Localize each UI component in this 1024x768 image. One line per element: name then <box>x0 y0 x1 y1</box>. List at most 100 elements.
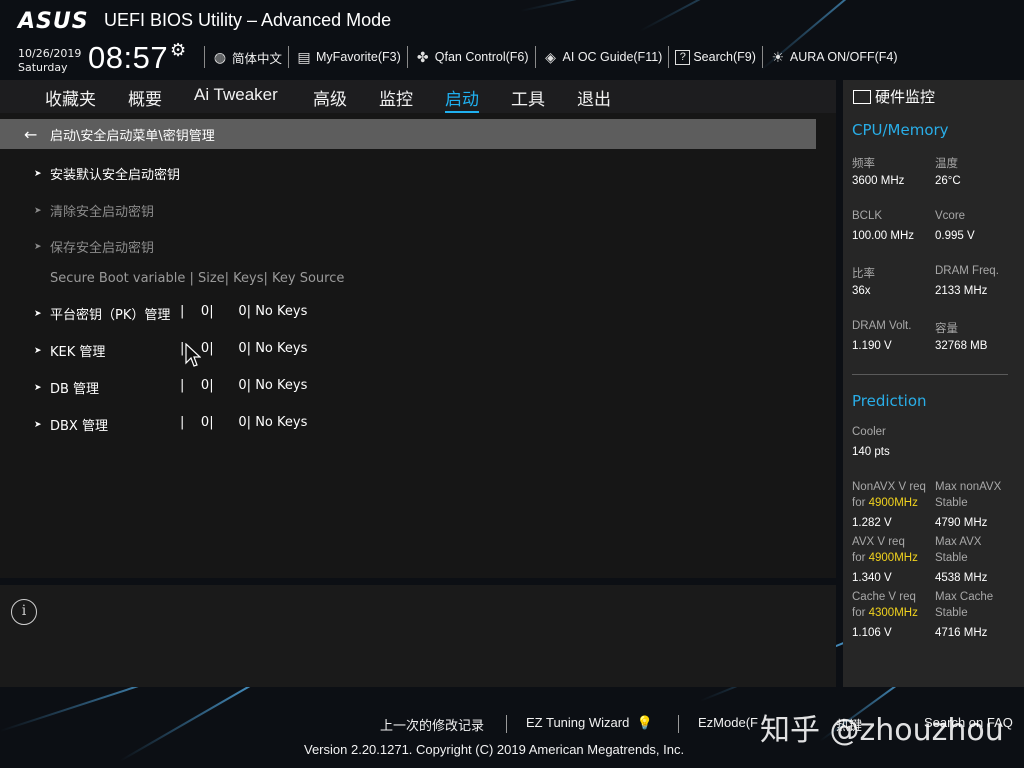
kek-management-item[interactable]: ➤ KEK 管理 <box>34 341 105 360</box>
tab-exit[interactable]: 退出 <box>577 85 611 110</box>
ai-oc-guide-button[interactable]: ◈ AI OC Guide(F11) <box>542 48 662 66</box>
last-modified-button[interactable]: 上一次的修改记录 <box>380 715 484 734</box>
qfan-control-button[interactable]: ✤ Qfan Control(F6) <box>414 48 529 66</box>
save-keys-item[interactable]: ➤ 保存安全启动密钥 <box>34 237 154 256</box>
key-size: 0 <box>200 304 210 319</box>
submenu-arrow-icon: ➤ <box>34 419 42 430</box>
pred-stable-label: Stable <box>935 497 968 509</box>
submenu-arrow-icon: ➤ <box>34 168 42 179</box>
pred-value: 1.340 V <box>852 572 892 584</box>
submenu-arrow-icon: ➤ <box>34 205 42 216</box>
pred-label: Cache V req <box>852 591 916 603</box>
pk-management-item[interactable]: ➤ 平台密钥（PK）管理 <box>34 304 170 323</box>
submenu-arrow-icon: ➤ <box>34 382 42 393</box>
install-default-keys-item[interactable]: ➤ 安装默认安全启动密钥 <box>34 164 180 183</box>
header: ASUS UEFI BIOS Utility – Advanced Mode 1… <box>0 0 1024 80</box>
tab-overview[interactable]: 概要 <box>128 85 162 110</box>
search-button[interactable]: ? Search(F9) <box>675 49 756 65</box>
submenu-arrow-icon: ➤ <box>34 345 42 356</box>
hw-label: 温度 <box>935 158 958 170</box>
col-separator: | <box>246 304 256 319</box>
hw-monitor-title-text: 硬件监控 <box>875 88 936 106</box>
col-separator: | <box>209 304 239 319</box>
mouse-cursor-icon <box>185 343 201 367</box>
tab-ai-tweaker[interactable]: Ai Tweaker <box>194 85 278 105</box>
breadcrumb[interactable]: ← 启动\安全启动菜单\密钥管理 <box>0 119 816 149</box>
pred-freq: 4900MHz <box>868 497 918 509</box>
pred-freq: 4900MHz <box>868 552 918 564</box>
pred-max-value: 4538 MHz <box>935 572 988 584</box>
ezmode-button[interactable]: EzMode(F <box>698 715 758 730</box>
key-size: 0 <box>200 378 210 393</box>
ez-tuning-wizard-button[interactable]: EZ Tuning Wizard 💡 <box>526 715 653 731</box>
qfan-label: Qfan Control(F6) <box>434 50 529 64</box>
save-keys-label: 保存安全启动密钥 <box>50 241 155 256</box>
date-display: 10/26/2019 Saturday <box>18 47 81 75</box>
myfavorite-button[interactable]: ▤ MyFavorite(F3) <box>295 48 400 66</box>
pred-max-label: Max Cache <box>935 591 994 603</box>
aura-toggle-button[interactable]: ☀ AURA ON/OFF(F4) <box>769 48 898 66</box>
col-separator: | <box>209 378 239 393</box>
toolbar-divider <box>406 46 408 68</box>
db-management-item[interactable]: ➤ DB 管理 <box>34 378 99 397</box>
key-count: 0 <box>238 378 247 393</box>
key-name: DBX 管理 <box>50 419 108 434</box>
globe-icon: ◍ <box>213 49 227 65</box>
col-separator: | <box>209 415 239 430</box>
ez-tuning-label: EZ Tuning Wizard <box>526 715 630 730</box>
app-title: UEFI BIOS Utility – Advanced Mode <box>104 10 392 30</box>
pred-for-text: for <box>852 552 869 564</box>
key-source: No Keys <box>255 415 308 430</box>
key-name: KEK 管理 <box>50 345 106 360</box>
key-count: 0 <box>238 341 247 356</box>
footer: 上一次的修改记录 EZ Tuning Wizard 💡 EzMode(F 热键 … <box>0 687 1024 768</box>
toolbar-divider <box>288 46 290 68</box>
tab-boot[interactable]: 启动 <box>445 85 479 113</box>
fan-icon: ✤ <box>416 49 429 65</box>
pred-freq: 4300MHz <box>868 607 918 619</box>
hw-value: 26°C <box>935 175 961 187</box>
key-source: No Keys <box>255 341 308 356</box>
key-table-header: Secure Boot variable | Size| Keys| Key S… <box>50 271 345 286</box>
hw-label: 频率 <box>852 158 875 170</box>
lightbulb-icon: 💡 <box>632 715 653 730</box>
tab-favorites[interactable]: 收藏夹 <box>45 85 96 110</box>
pred-for: for 4300MHz <box>852 607 918 619</box>
hw-label: DRAM Volt. <box>852 320 912 332</box>
toolbar-divider <box>668 46 670 68</box>
col-separator: | <box>180 378 201 393</box>
section-divider <box>852 374 1008 375</box>
clear-keys-label: 清除安全启动密钥 <box>50 205 155 220</box>
dbx-management-item[interactable]: ➤ DBX 管理 <box>34 415 108 434</box>
tab-monitor[interactable]: 监控 <box>379 85 413 110</box>
hw-label: 容量 <box>935 323 958 335</box>
db-key-values: | 0 | 0 | No Keys <box>180 378 307 393</box>
pred-value: 1.282 V <box>852 517 892 529</box>
monitor-icon <box>853 89 871 104</box>
hw-label: BCLK <box>852 210 883 222</box>
toolbar-divider <box>761 46 763 68</box>
favorite-list-icon: ▤ <box>297 49 311 65</box>
back-arrow-icon[interactable]: ← <box>24 125 46 144</box>
cpu-memory-section-title: CPU/Memory <box>852 121 949 139</box>
key-name: DB 管理 <box>50 382 100 397</box>
day-text: Saturday <box>18 61 68 74</box>
tab-advanced[interactable]: 高级 <box>313 85 347 110</box>
submenu-arrow-icon: ➤ <box>34 241 42 252</box>
cooler-value: 140 pts <box>852 446 890 458</box>
search-question-icon: ? <box>675 49 691 65</box>
clear-keys-item[interactable]: ➤ 清除安全启动密钥 <box>34 201 154 220</box>
key-count: 0 <box>238 304 247 319</box>
footer-divider <box>678 715 679 733</box>
hw-value: 0.995 V <box>935 230 975 242</box>
col-separator: | <box>246 341 256 356</box>
key-count: 0 <box>238 415 247 430</box>
gear-icon[interactable]: ⚙ <box>170 40 186 61</box>
language-button[interactable]: ◍ 简体中文 <box>211 48 282 67</box>
cooler-label: Cooler <box>852 426 886 438</box>
pred-stable-label: Stable <box>935 607 968 619</box>
key-source: No Keys <box>255 378 308 393</box>
hw-value: 1.190 V <box>852 340 892 352</box>
tab-tool[interactable]: 工具 <box>511 85 545 110</box>
clock[interactable]: 08:57 <box>88 40 168 76</box>
